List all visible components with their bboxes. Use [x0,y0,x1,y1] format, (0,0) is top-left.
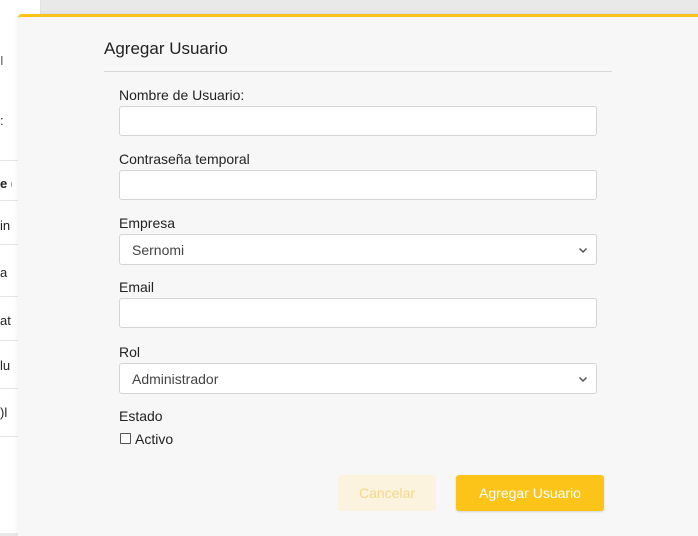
chevron-down-icon [578,376,588,383]
bg-text-fragment: at [0,313,11,328]
email-input[interactable] [119,298,597,328]
role-select-value: Administrador [132,371,219,387]
temp-password-input[interactable] [119,170,597,200]
status-label: Estado [119,408,163,424]
active-checkbox[interactable] [120,433,131,444]
bg-text-fragment: I [0,53,4,68]
bg-text-fragment: lu [0,358,11,373]
email-label: Email [119,279,155,295]
company-label: Empresa [119,215,176,231]
username-input[interactable] [119,106,597,136]
chevron-down-icon [578,247,588,254]
bg-text-fragment: a [0,265,8,280]
role-label: Rol [119,344,141,360]
title-divider [104,71,612,72]
bg-text-fragment: e ( [0,176,12,191]
role-select[interactable]: Administrador [119,363,597,394]
company-select[interactable]: Sernomi [119,234,597,265]
bg-text-fragment: : [0,113,4,128]
username-label: Nombre de Usuario: [119,87,245,103]
company-select-value: Sernomi [132,242,185,258]
cancel-button[interactable]: Cancelar [338,475,436,511]
bg-text-fragment: )l [0,405,8,420]
bg-text-fragment: in [0,218,11,233]
active-checkbox-label[interactable]: Activo [135,431,173,447]
add-user-button[interactable]: Agregar Usuario [456,475,604,511]
temp-password-label: Contraseña temporal [119,151,250,167]
add-user-modal: Agregar Usuario Nombre de Usuario: Contr… [18,14,698,536]
modal-title: Agregar Usuario [104,39,228,58]
